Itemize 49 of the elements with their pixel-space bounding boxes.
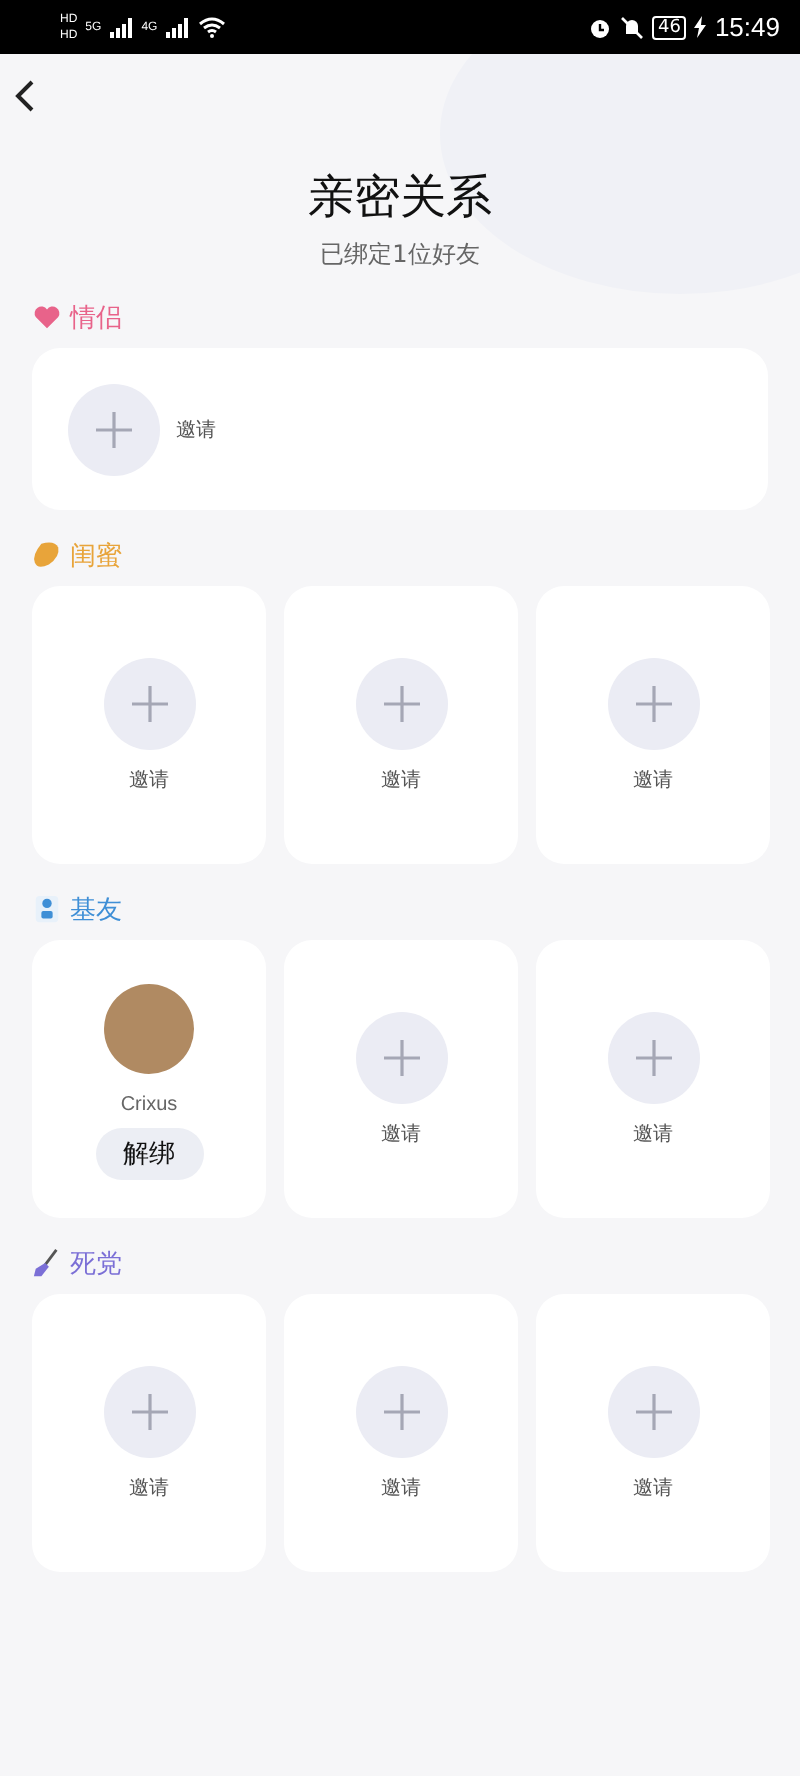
blob-icon [32, 540, 62, 570]
invite-label: 邀请 [633, 1121, 673, 1147]
invite-card[interactable]: 邀请 [536, 1294, 770, 1572]
invite-label: 邀请 [381, 1475, 421, 1501]
brush-icon [32, 1248, 62, 1278]
unbind-button[interactable]: 解绑 [95, 1127, 203, 1179]
invite-card[interactable]: 邀请 [284, 940, 518, 1218]
invite-label: 邀请 [176, 417, 216, 443]
avatar-photo-placeholder [104, 983, 194, 1073]
add-icon[interactable] [103, 1365, 195, 1457]
add-icon[interactable] [607, 1365, 699, 1457]
invite-card[interactable]: 邀请 [536, 940, 770, 1218]
invite-card[interactable]: 邀请 [32, 1294, 266, 1572]
section-title: 情侣 [70, 301, 122, 335]
invite-label: 邀请 [381, 1121, 421, 1147]
battery-level: 46 [652, 15, 687, 39]
invite-label: 邀请 [381, 767, 421, 793]
figure-icon [32, 894, 62, 924]
add-icon[interactable] [103, 657, 195, 749]
invite-label: 邀请 [129, 767, 169, 793]
add-icon[interactable] [68, 383, 160, 475]
clock-time: 15:49 [714, 12, 780, 42]
invite-card[interactable]: 邀请 [32, 586, 266, 864]
muted-bell-icon [620, 15, 644, 39]
section-title: 死党 [70, 1247, 122, 1281]
add-icon[interactable] [355, 657, 447, 749]
friend-card[interactable]: Crixus 解绑 [32, 940, 266, 1218]
heart-icon [32, 302, 62, 332]
section-title: 闺蜜 [70, 539, 122, 573]
friend-name: Crixus [120, 1093, 178, 1115]
add-icon[interactable] [607, 657, 699, 749]
invite-label: 邀请 [633, 1475, 673, 1501]
invite-label: 邀请 [633, 767, 673, 793]
invite-card[interactable]: 邀请 [536, 586, 770, 864]
wifi-icon [197, 16, 226, 38]
add-icon[interactable] [355, 1011, 447, 1103]
page-subtitle: 已绑定1位好友 [318, 238, 482, 272]
invite-label: 邀请 [129, 1475, 169, 1501]
signal-icon [165, 17, 190, 37]
invite-card[interactable]: 邀请 [32, 348, 768, 510]
charging-icon [694, 16, 707, 38]
alarm-icon [588, 15, 612, 39]
invite-card[interactable]: 邀请 [284, 1294, 518, 1572]
page-title: 亲密关系 [306, 170, 494, 228]
invite-card[interactable]: 邀请 [284, 586, 518, 864]
signal-icon [109, 17, 134, 37]
add-icon[interactable] [607, 1011, 699, 1103]
section-title: 基友 [70, 893, 122, 927]
add-icon[interactable] [355, 1365, 447, 1457]
